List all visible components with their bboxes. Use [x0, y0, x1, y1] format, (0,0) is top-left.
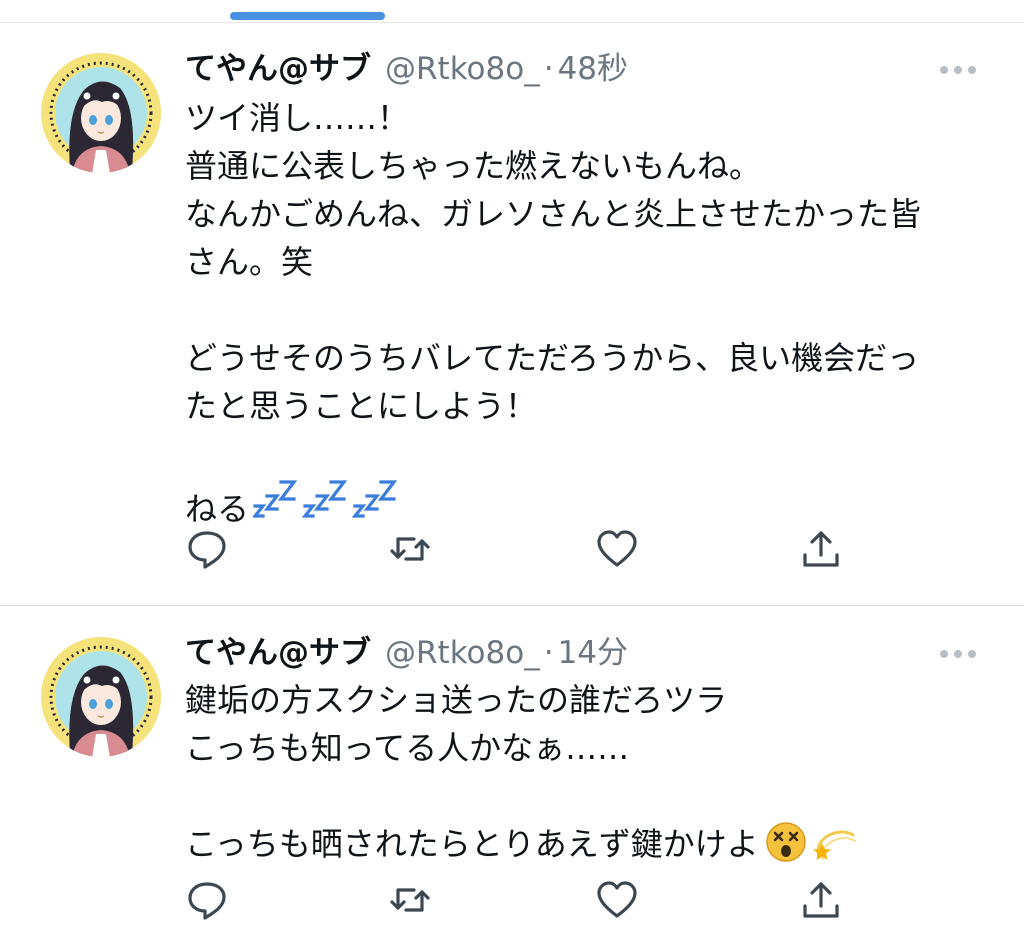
- tweet-line-text: ねる: [185, 490, 250, 528]
- tweet-line: さん。笑: [185, 243, 314, 281]
- share-icon[interactable]: [799, 878, 843, 922]
- reply-icon[interactable]: [185, 527, 229, 571]
- avatar[interactable]: [40, 636, 162, 758]
- tweet-line: どうせそのうちバレてただろうから、良い機会だっ: [185, 339, 920, 377]
- display-name[interactable]: てやん@サブ: [185, 635, 371, 671]
- share-icon[interactable]: [799, 527, 843, 571]
- timestamp[interactable]: 48秒: [558, 51, 628, 87]
- tweet-line-last: こっちも晒されたらとりあえず鍵かけよ: [185, 820, 975, 868]
- user-handle[interactable]: @Rtko8o_: [385, 635, 540, 671]
- tweet-2[interactable]: てやん@サブ @Rtko8o_ · 14分 鍵垢の方スクショ送ったの誰だろツラ こっち…: [0, 606, 1024, 931]
- tweet-header: てやん@サブ @Rtko8o_ · 48秒: [185, 48, 628, 90]
- tweet-1[interactable]: てやん@サブ @Rtko8o_ · 48秒 ツイ消し……！ 普通に公表しちゃった燃えな…: [0, 0, 1024, 605]
- avatar[interactable]: [40, 52, 162, 174]
- retweet-icon[interactable]: [388, 878, 432, 922]
- tweet-line: たと思うことにしよう！: [185, 387, 538, 425]
- dizzy-star-icon: [812, 821, 859, 863]
- more-options-icon[interactable]: [936, 646, 980, 662]
- tweet-line: ツイ消し……！: [185, 99, 410, 137]
- tweet-text: ツイ消し……！ 普通に公表しちゃった燃えないもんね。 なんかごめんね、ガレソさん…: [185, 94, 975, 528]
- like-icon[interactable]: [595, 527, 639, 571]
- tweet-line-text: こっちも晒されたらとりあえず鍵かけよ: [185, 825, 759, 863]
- more-options-icon[interactable]: [936, 62, 980, 78]
- dizzy-face-icon: [765, 821, 807, 863]
- reply-icon[interactable]: [185, 878, 229, 922]
- tweet-line: なんかごめんね、ガレソさんと炎上させたかった皆: [185, 195, 922, 233]
- avatar-image: [41, 53, 161, 173]
- header-separator: ·: [543, 635, 554, 671]
- display-name[interactable]: てやん@サブ: [185, 51, 371, 87]
- tweet-actions: [185, 878, 845, 922]
- tweet-line: こっちも知ってる人かなぁ……: [185, 729, 630, 767]
- user-handle[interactable]: @Rtko8o_: [385, 51, 540, 87]
- zzz-icon: [253, 478, 403, 522]
- tweet-line-last: ねる: [185, 478, 975, 528]
- retweet-icon[interactable]: [388, 527, 432, 571]
- avatar-image: [41, 637, 161, 757]
- timestamp[interactable]: 14分: [558, 635, 628, 671]
- tweet-line: 鍵垢の方スクショ送ったの誰だろツラ: [185, 681, 728, 719]
- tweet-header: てやん@サブ @Rtko8o_ · 14分: [185, 632, 628, 674]
- header-separator: ·: [543, 51, 554, 87]
- timeline: てやん@サブ @Rtko8o_ · 48秒 ツイ消し……！ 普通に公表しちゃった燃えな…: [0, 0, 1024, 931]
- tweet-actions: [185, 527, 845, 571]
- tweet-line: 普通に公表しちゃった燃えないもんね。: [185, 147, 762, 185]
- tweet-text: 鍵垢の方スクショ送ったの誰だろツラ こっちも知ってる人かなぁ…… こっちも晒され…: [185, 676, 975, 868]
- like-icon[interactable]: [595, 878, 639, 922]
